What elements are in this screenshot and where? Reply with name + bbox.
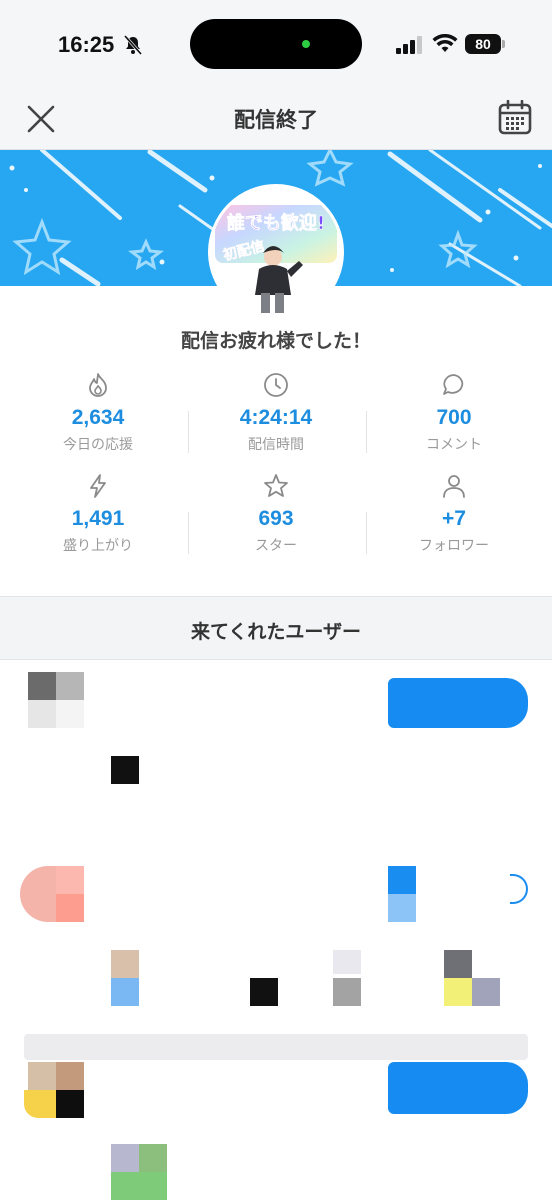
stat-value: 2,634 xyxy=(71,406,125,429)
visitor-avatar-part xyxy=(56,1062,84,1090)
page-title: 配信終了 xyxy=(234,109,318,132)
redacted-pixel xyxy=(333,978,361,1006)
clock-icon xyxy=(264,373,288,397)
dynamic-island xyxy=(190,19,362,69)
battery-tip xyxy=(502,40,505,48)
stat-value: +7 xyxy=(442,507,466,530)
stat-value: 1,491 xyxy=(71,507,125,530)
follow-button-edge xyxy=(510,874,528,904)
visitor-avatar[interactable] xyxy=(28,672,56,700)
row-separator xyxy=(24,1034,528,1060)
visitor-avatar[interactable] xyxy=(28,1062,56,1090)
stat-today-support: 2,634 今日の応援 xyxy=(6,372,190,454)
redacted-pixel xyxy=(472,978,500,1006)
visitor-avatar-part xyxy=(56,866,84,894)
redacted-pixel xyxy=(333,950,361,974)
avatar-caption-1: 誰でも歓迎! xyxy=(227,212,325,234)
redacted-pixel xyxy=(111,978,139,1006)
stat-label: コメント xyxy=(426,436,482,452)
visitor-avatar-part xyxy=(56,894,84,922)
navigation-bar: 配信終了 xyxy=(0,90,552,150)
section-title: 来てくれたユーザー xyxy=(190,622,362,643)
comment-icon xyxy=(443,374,464,395)
stat-followers: +7 フォロワー xyxy=(362,473,546,555)
lightning-icon xyxy=(90,474,106,498)
status-bar: 16:25 80 xyxy=(0,0,552,90)
follow-button[interactable] xyxy=(388,1062,528,1114)
clock-time: 16:25 xyxy=(58,32,115,57)
stat-value: 700 xyxy=(436,406,472,429)
stat-stream-time: 4:24:14 配信時間 xyxy=(184,372,368,454)
stat-comments: 700 コメント xyxy=(362,372,546,454)
stat-label: スター xyxy=(255,537,297,553)
stat-excitement: 1,491 盛り上がり xyxy=(6,473,190,555)
visitor-avatar-part xyxy=(28,700,56,728)
stat-label: 配信時間 xyxy=(248,436,304,452)
follow-button[interactable] xyxy=(388,866,416,894)
redacted-pixel xyxy=(111,1144,139,1172)
redacted-pixel xyxy=(111,950,139,978)
visitor-avatar-part xyxy=(24,1090,56,1118)
star-icon xyxy=(264,474,288,497)
stat-label: 今日の応援 xyxy=(63,436,133,452)
stat-value: 4:24:14 xyxy=(239,406,313,429)
person-icon xyxy=(443,475,465,498)
completion-message: 配信お疲れ様でした！ xyxy=(180,331,371,352)
visitor-avatar-part xyxy=(56,1090,84,1118)
avatar-artwork: 誰でも歓迎! 初配信 xyxy=(211,187,341,317)
redacted-pixel xyxy=(444,950,472,978)
stat-stars: 693 スター xyxy=(184,473,368,555)
stat-label: フォロワー xyxy=(419,537,489,553)
redacted-pixel xyxy=(111,1172,167,1200)
streamer-avatar: 誰でも歓迎! 初配信 xyxy=(208,184,344,320)
redacted-pixel xyxy=(139,1144,167,1172)
redacted-pixel xyxy=(444,978,472,1006)
wifi-icon xyxy=(432,34,458,52)
follow-button[interactable] xyxy=(388,678,528,728)
flame-icon xyxy=(89,373,107,397)
signal-icon xyxy=(396,36,422,54)
calendar-icon[interactable] xyxy=(498,100,532,136)
stat-label: 盛り上がり xyxy=(63,537,133,553)
camera-indicator xyxy=(302,40,310,48)
visitor-avatar[interactable] xyxy=(20,866,56,922)
stat-value: 693 xyxy=(258,507,294,530)
visitor-avatar-part xyxy=(56,700,84,728)
visitor-avatar-part xyxy=(56,672,84,700)
bell-muted-icon xyxy=(123,35,143,55)
follow-button-part xyxy=(388,894,416,922)
redacted-pixel xyxy=(111,756,139,784)
battery-indicator: 80 xyxy=(465,34,501,54)
redacted-pixel xyxy=(250,978,278,1006)
visitors-section-header: 来てくれたユーザー xyxy=(0,596,552,660)
